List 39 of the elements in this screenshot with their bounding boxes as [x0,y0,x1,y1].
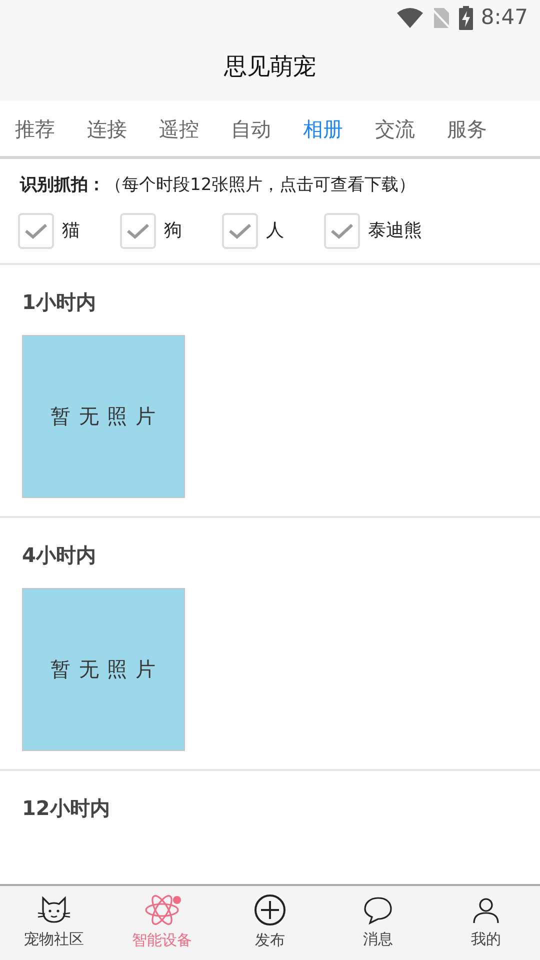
checkmark-icon [330,222,354,240]
tab[interactable]: 自动 [222,114,280,144]
plus-icon [254,894,286,926]
checkbox-label: 泰迪熊 [368,219,422,243]
tab[interactable]: 相册 [294,114,352,144]
tab[interactable]: 推荐 [6,114,64,144]
checkbox-label: 猫 [62,219,80,243]
clock: 8:47 [480,4,528,32]
chat-icon [362,895,394,926]
tab[interactable]: 连接 [78,114,136,144]
cat-icon [37,895,71,926]
app-title: 思见萌宠 [224,54,316,80]
checkmark-icon [126,222,150,240]
checkmark-icon [24,222,48,240]
tab[interactable]: 交流 [366,114,424,144]
capture-note: （每个时段12张照片，点击可查看下载） [105,175,416,195]
checkbox[interactable] [222,212,258,248]
person-icon [471,895,501,926]
nav-tab[interactable]: 发布 [216,886,324,960]
photo-placeholder[interactable]: 暂 无 照 片 [22,588,185,750]
checkbox[interactable] [18,212,54,248]
wifi-icon [396,8,423,28]
tab[interactable]: 遥控 [150,114,208,144]
photo-placeholder[interactable]: 暂 无 照 片 [22,334,185,498]
tab[interactable]: 服务 [438,114,496,144]
battery-charging-icon [458,6,473,30]
section-title: 1小时内 [22,288,97,316]
section-title: 12小时内 [22,794,111,822]
checkbox-label: 狗 [164,219,182,243]
checkbox[interactable] [324,212,360,248]
nav-tab[interactable]: 我的 [432,886,540,960]
nav-tab[interactable]: 宠物社区 [0,886,108,960]
checkmark-icon [228,222,252,240]
checkbox-label: 人 [266,219,284,243]
atom-icon [144,894,180,926]
nav-tab[interactable]: 消息 [324,886,432,960]
checkbox[interactable] [120,212,156,248]
capture-label: 识别抓拍： [20,175,105,195]
section-title: 4小时内 [22,542,97,568]
